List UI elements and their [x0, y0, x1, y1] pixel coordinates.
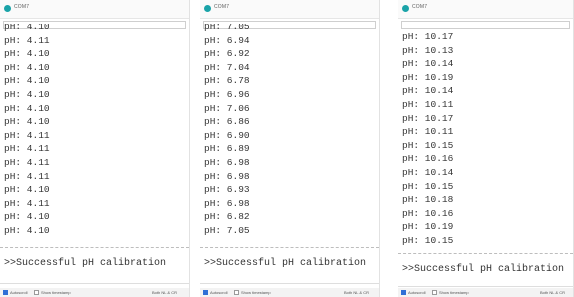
- divider: [200, 283, 379, 284]
- output-line: pH: 6.92: [204, 48, 250, 60]
- output-line: pH: 10.18: [402, 194, 454, 206]
- output-line: pH: 4.11: [4, 143, 50, 155]
- output-line: pH: 6.98: [204, 197, 250, 209]
- output-line: pH: 7.05: [204, 224, 250, 236]
- window-title: COM7: [412, 4, 428, 10]
- title-bar: COM7: [200, 0, 379, 19]
- output-line: pH: 6.98: [204, 170, 250, 182]
- output-line: pH: 4.10: [4, 224, 50, 236]
- show-timestamp-label: Show timestamp: [41, 290, 71, 295]
- output-line: pH: 6.93: [204, 184, 250, 196]
- output-line: pH: 7.06: [204, 102, 250, 114]
- output-line: pH: 4.11: [4, 34, 50, 46]
- serial-output: pH: 4.10 pH: 4.11 pH: 4.10 pH: 4.10 pH: 4.10…: [0, 24, 189, 244]
- output-line: pH: 10.13: [402, 44, 454, 56]
- output-line: pH: 10.15: [402, 180, 454, 192]
- separator-line: [200, 247, 379, 248]
- output-line: pH: 10.19: [402, 71, 454, 83]
- output-line: pH: 10.19: [402, 221, 454, 233]
- success-message: >>Successful pH calibration: [402, 264, 565, 275]
- output-line: pH: 7.04: [204, 61, 250, 73]
- output-line: pH: 4.10: [4, 48, 50, 60]
- divider: [0, 283, 189, 284]
- output-line: pH: 4.10: [4, 61, 50, 73]
- show-timestamp-checkbox[interactable]: [432, 290, 437, 295]
- title-bar: COM7: [0, 0, 189, 19]
- line-ending-select[interactable]: Both NL & CR: [152, 290, 177, 295]
- output-line: pH: 6.90: [204, 129, 250, 141]
- output-line: pH: 10.17: [402, 112, 454, 124]
- output-line: pH: 10.15: [402, 234, 454, 246]
- separator-line: [0, 247, 189, 248]
- separator-line: [398, 253, 573, 254]
- window-title: COM7: [214, 4, 230, 10]
- autoscroll-label: Autoscroll: [408, 290, 426, 295]
- output-line: pH: 7.05: [204, 24, 250, 32]
- autoscroll-label: Autoscroll: [10, 290, 28, 295]
- output-line: pH: 4.10: [4, 75, 50, 87]
- serial-output: pH: 10.17 pH: 10.13 pH: 10.14 pH: 10.19 pH: …: [398, 28, 573, 250]
- serial-output: pH: 7.05 pH: 6.94 pH: 6.92 pH: 7.04 pH: 6.78…: [200, 24, 379, 244]
- line-ending-select[interactable]: Both NL & CR: [344, 290, 369, 295]
- output-line: pH: 4.10: [4, 102, 50, 114]
- output-line: pH: 4.10: [4, 88, 50, 100]
- serial-monitor-window-2: COM7 pH: 7.05 pH: 6.94 pH: 6.92 pH: 7.04 pH:…: [200, 0, 380, 297]
- divider: [398, 286, 573, 287]
- output-line: pH: 4.11: [4, 197, 50, 209]
- output-line: pH: 4.10: [4, 116, 50, 128]
- autoscroll-checkbox[interactable]: [203, 290, 208, 295]
- output-line: pH: 10.14: [402, 85, 454, 97]
- serial-monitor-window-3: COM7 pH: 10.17 pH: 10.13 pH: 10.14 pH: 10.1…: [398, 0, 574, 297]
- output-line: pH: 10.14: [402, 58, 454, 70]
- output-line: pH: 6.86: [204, 116, 250, 128]
- output-line: pH: 10.16: [402, 153, 454, 165]
- line-ending-select[interactable]: Both NL & CR: [540, 290, 565, 295]
- output-line: pH: 4.11: [4, 129, 50, 141]
- show-timestamp-label: Show timestamp: [241, 290, 271, 295]
- output-line: pH: 6.96: [204, 88, 250, 100]
- output-line: pH: 4.11: [4, 156, 50, 168]
- output-line: pH: 6.78: [204, 75, 250, 87]
- output-line: pH: 10.15: [402, 139, 454, 151]
- window-title: COM7: [14, 4, 30, 10]
- output-line: pH: 4.10: [4, 211, 50, 223]
- output-line: pH: 6.94: [204, 34, 250, 46]
- show-timestamp-label: Show timestamp: [439, 290, 469, 295]
- show-timestamp-checkbox[interactable]: [34, 290, 39, 295]
- output-line: pH: 4.11: [4, 170, 50, 182]
- output-line: pH: 4.10: [4, 24, 50, 32]
- status-bar: Autoscroll Show timestamp Both NL & CR: [398, 288, 573, 297]
- success-message: >>Successful pH calibration: [204, 258, 367, 269]
- output-line: pH: 10.16: [402, 207, 454, 219]
- title-bar: COM7: [398, 0, 573, 19]
- serial-monitor-window-1: COM7 pH: 4.10 pH: 4.11 pH: 4.10 pH: 4.10 pH:…: [0, 0, 190, 297]
- output-line: pH: 6.89: [204, 143, 250, 155]
- output-line: pH: 10.11: [402, 126, 454, 138]
- serial-monitor-icon: [4, 5, 11, 12]
- status-bar: Autoscroll Show timestamp Both NL & CR: [0, 288, 189, 297]
- output-line: pH: 6.82: [204, 211, 250, 223]
- show-timestamp-checkbox[interactable]: [234, 290, 239, 295]
- output-line: pH: 10.17: [402, 31, 454, 42]
- output-lines: pH: 7.05 pH: 6.94 pH: 6.92 pH: 7.04 pH: 6.78…: [204, 24, 250, 238]
- output-line: pH: 6.98: [204, 156, 250, 168]
- autoscroll-checkbox[interactable]: [3, 290, 8, 295]
- output-lines: pH: 10.17 pH: 10.13 pH: 10.14 pH: 10.19 pH: …: [402, 30, 453, 248]
- output-line: pH: 4.10: [4, 184, 50, 196]
- success-message: >>Successful pH calibration: [4, 258, 167, 269]
- output-lines: pH: 4.10 pH: 4.11 pH: 4.10 pH: 4.10 pH: 4.10…: [4, 24, 50, 238]
- output-line: pH: 10.11: [402, 98, 454, 110]
- status-bar: Autoscroll Show timestamp Both NL & CR: [200, 288, 379, 297]
- serial-monitor-icon: [204, 5, 211, 12]
- autoscroll-label: Autoscroll: [210, 290, 228, 295]
- autoscroll-checkbox[interactable]: [401, 290, 406, 295]
- output-line: pH: 10.14: [402, 166, 454, 178]
- serial-monitor-icon: [402, 5, 409, 12]
